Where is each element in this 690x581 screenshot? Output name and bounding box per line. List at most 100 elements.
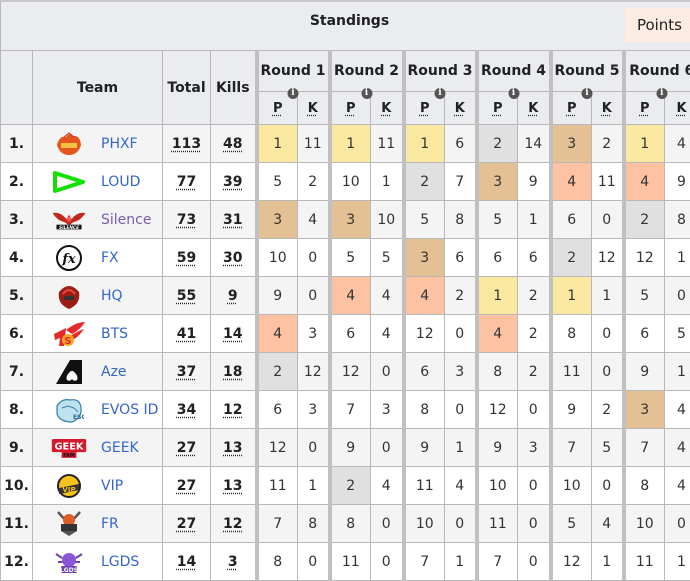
total-kills-value: 14 — [223, 326, 242, 342]
svg-text:GEEK: GEEK — [54, 441, 83, 452]
team-cell: VIP VIP — [33, 467, 163, 505]
info-icon[interactable]: i — [582, 88, 593, 99]
silence-logo[interactable]: SILENCE — [51, 206, 87, 234]
total-points-cell: 27 — [163, 467, 211, 505]
total-kills-value: 3 — [228, 554, 238, 570]
round-3-kills: 0 — [445, 391, 477, 429]
team-name-link[interactable]: PHXF — [101, 136, 138, 152]
team-cell: PHXF — [33, 125, 163, 163]
round-2-placement: 3 — [330, 201, 371, 239]
team-name-link[interactable]: VIP — [101, 478, 123, 494]
fr-logo[interactable] — [51, 510, 87, 538]
table-row: 1.PHXF11348111111162143214 — [1, 125, 690, 163]
placement-abbr: P — [273, 101, 283, 116]
total-kills-cell: 18 — [211, 353, 257, 391]
round-3-placement: 10 — [404, 505, 445, 543]
round-5-kills: 2 — [592, 391, 624, 429]
team-cell: fx FX — [33, 239, 163, 277]
info-icon[interactable]: i — [656, 88, 667, 99]
round-2-placement: 9 — [330, 429, 371, 467]
round-1-kills: 8 — [298, 505, 330, 543]
round-1-kills: 0 — [298, 239, 330, 277]
hq-logo[interactable] — [51, 282, 87, 310]
phoenix-logo[interactable] — [51, 130, 87, 158]
round-1-kills: 2 — [298, 163, 330, 201]
total-kills-value: 48 — [223, 136, 242, 152]
round-2-kills: 11 — [371, 125, 404, 163]
table-row: 8.ESOEVOS ID34126373801209234 — [1, 391, 690, 429]
team-name-link[interactable]: HQ — [101, 288, 123, 304]
team-cell: LOUD — [33, 163, 163, 201]
total-points-cell: 27 — [163, 429, 211, 467]
round-4-placement: 6 — [477, 239, 518, 277]
vip-logo[interactable]: VIP — [51, 472, 87, 500]
rank-cell: 5. — [1, 277, 33, 315]
team-name-link[interactable]: Silence — [101, 212, 151, 228]
round-6-placement: 6 — [624, 315, 665, 353]
round-1-placement: 9 — [257, 277, 298, 315]
kills-abbr: K — [528, 101, 538, 116]
team-cell: HQ — [33, 277, 163, 315]
lgds-logo[interactable]: LGDS — [51, 548, 87, 576]
info-icon[interactable]: i — [508, 88, 519, 99]
round-2-kills: 4 — [371, 467, 404, 505]
round-5-placement: 9 — [551, 391, 592, 429]
round-6-kills: 9 — [665, 163, 690, 201]
info-icon[interactable]: i — [435, 88, 446, 99]
team-name-link[interactable]: FR — [101, 516, 119, 532]
round-2-placement: 11 — [330, 543, 371, 581]
round-4-placement: 9 — [477, 429, 518, 467]
loud-logo[interactable] — [51, 168, 87, 196]
team-name-link[interactable]: LOUD — [101, 174, 140, 190]
team-name-link[interactable]: Aze — [101, 364, 127, 380]
round-6-kills: 1 — [665, 353, 690, 391]
table-row: 7.Aze3718212120638211091 — [1, 353, 690, 391]
round-6-placement: 5 — [624, 277, 665, 315]
team-name-link[interactable]: EVOS ID — [101, 402, 158, 418]
aze-logo[interactable] — [51, 358, 87, 386]
kills-header: Kills — [211, 51, 257, 125]
round-1-placement: 4 — [257, 315, 298, 353]
total-kills-cell: 12 — [211, 505, 257, 543]
total-points-value: 27 — [177, 516, 196, 532]
round-4-placement: 12 — [477, 391, 518, 429]
table-row: 4.fxFX5930100553666212121 — [1, 239, 690, 277]
points-toggle-button[interactable]: Points — [625, 8, 690, 42]
team-cell: LGDS LGDS — [33, 543, 163, 581]
round-2-k-header: K — [371, 92, 404, 125]
round-5-placement: 3 — [551, 125, 592, 163]
round-6-placement: 12 — [624, 239, 665, 277]
geek-fam-logo[interactable]: GEEKFAM — [51, 434, 87, 462]
total-points-value: 41 — [177, 326, 196, 342]
info-icon[interactable]: i — [288, 88, 299, 99]
round-2-kills: 4 — [371, 315, 404, 353]
rank-cell: 7. — [1, 353, 33, 391]
round-1-kills: 0 — [298, 543, 330, 581]
team-name-link[interactable]: BTS — [101, 326, 128, 342]
round-4-placement: 10 — [477, 467, 518, 505]
table-row: 12.LGDSLGDS143801107170121111 — [1, 543, 690, 581]
round-1-kills: 0 — [298, 277, 330, 315]
team-name-link[interactable]: GEEK — [101, 440, 139, 456]
kills-abbr: K — [308, 101, 318, 116]
round-1-header: Round 1i — [257, 51, 330, 92]
round-1-kills: 11 — [298, 125, 330, 163]
round-3-kills: 1 — [445, 543, 477, 581]
bts-logo[interactable]: S — [51, 320, 87, 348]
round-2-placement: 1 — [330, 125, 371, 163]
round-6-placement: 1 — [624, 125, 665, 163]
round-3-kills: 1 — [445, 429, 477, 467]
kills-abbr: K — [455, 101, 465, 116]
info-icon[interactable]: i — [361, 88, 372, 99]
round-3-kills: 6 — [445, 239, 477, 277]
round-3-placement: 12 — [404, 315, 445, 353]
round-6-kills: 4 — [665, 125, 690, 163]
evos-logo[interactable]: ESO — [51, 396, 87, 424]
fx-logo[interactable]: fx — [51, 244, 87, 272]
team-name-link[interactable]: FX — [101, 250, 119, 266]
team-cell: GEEKFAMGEEK — [33, 429, 163, 467]
total-kills-cell: 48 — [211, 125, 257, 163]
round-1-kills: 12 — [298, 353, 330, 391]
team-name-link[interactable]: LGDS — [101, 554, 139, 570]
rank-cell: 9. — [1, 429, 33, 467]
